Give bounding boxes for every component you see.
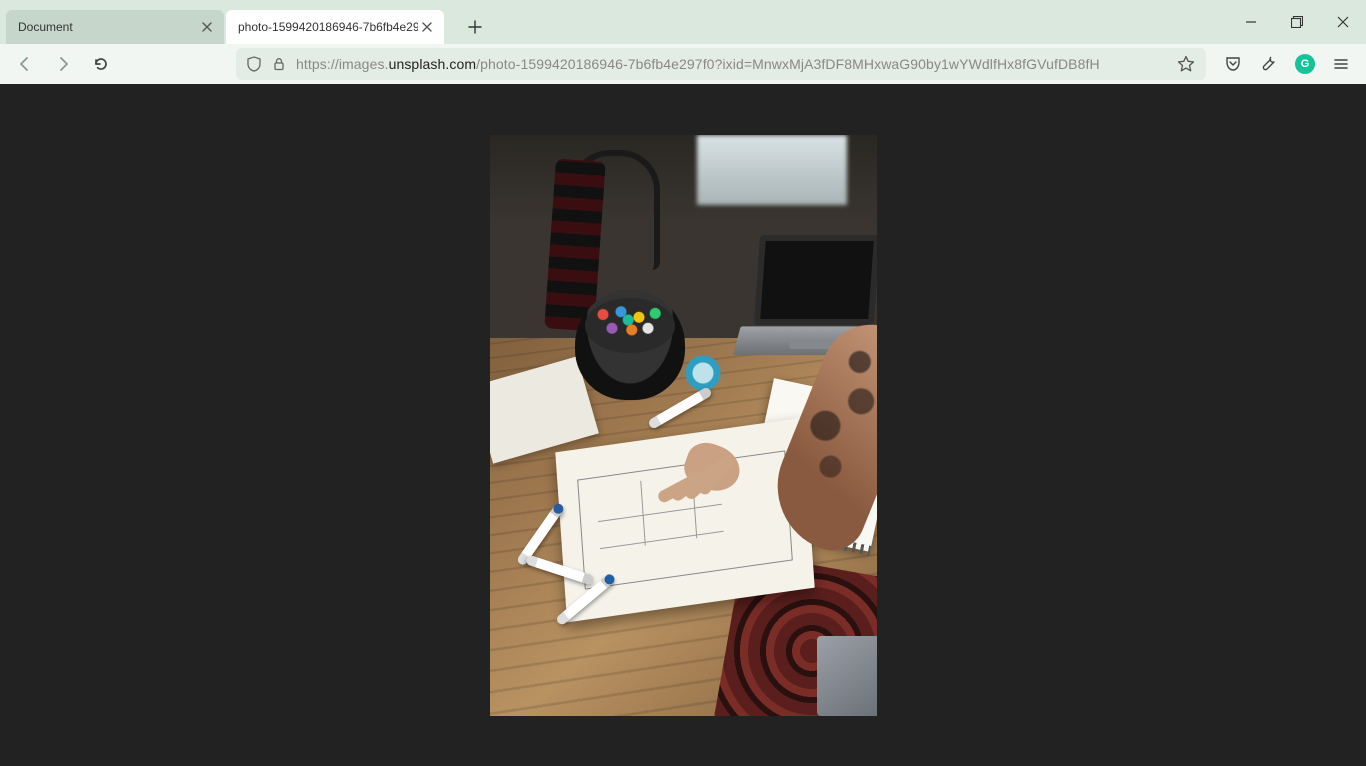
window-minimize-button[interactable] xyxy=(1228,0,1274,44)
toolbar: https://images.unsplash.com/photo-159942… xyxy=(0,44,1366,84)
tab-document[interactable]: Document xyxy=(6,10,224,44)
app-menu-button[interactable] xyxy=(1324,47,1358,81)
tab-title: Document xyxy=(18,20,198,34)
grammarly-glyph: G xyxy=(1301,58,1310,70)
address-bar[interactable]: https://images.unsplash.com/photo-159942… xyxy=(236,48,1206,80)
tab-close-button[interactable] xyxy=(418,18,436,36)
window-restore-button[interactable] xyxy=(1274,0,1320,44)
save-to-pocket-button[interactable] xyxy=(1216,47,1250,81)
displayed-image[interactable] xyxy=(490,135,877,716)
bookmark-star-button[interactable] xyxy=(1172,50,1200,78)
toolbar-right-group: G xyxy=(1216,47,1358,81)
url-scheme: https:// xyxy=(296,56,339,72)
tab-strip: Document photo-1599420186946-7b6fb4e297f… xyxy=(0,0,1366,44)
window-close-button[interactable] xyxy=(1320,0,1366,44)
window-controls xyxy=(1228,0,1366,44)
lock-icon[interactable] xyxy=(272,57,286,71)
new-tab-button[interactable] xyxy=(460,12,490,42)
grammarly-icon: G xyxy=(1295,54,1315,74)
url-path: /photo-1599420186946-7b6fb4e297f0?ixid=M… xyxy=(476,56,1100,72)
nav-forward-button[interactable] xyxy=(46,47,80,81)
url-subdomain: images. xyxy=(339,56,389,72)
content-viewport xyxy=(0,84,1366,766)
url-host: unsplash.com xyxy=(389,56,477,72)
tracking-protection-icon[interactable] xyxy=(246,56,262,72)
nav-back-button[interactable] xyxy=(8,47,42,81)
grammarly-extension-button[interactable]: G xyxy=(1288,47,1322,81)
nav-reload-button[interactable] xyxy=(84,47,118,81)
tab-close-button[interactable] xyxy=(198,18,216,36)
tab-title: photo-1599420186946-7b6fb4e297f… xyxy=(238,20,418,34)
tab-photo[interactable]: photo-1599420186946-7b6fb4e297f… xyxy=(226,10,444,44)
url-text: https://images.unsplash.com/photo-159942… xyxy=(296,56,1162,72)
devtools-button[interactable] xyxy=(1252,47,1286,81)
